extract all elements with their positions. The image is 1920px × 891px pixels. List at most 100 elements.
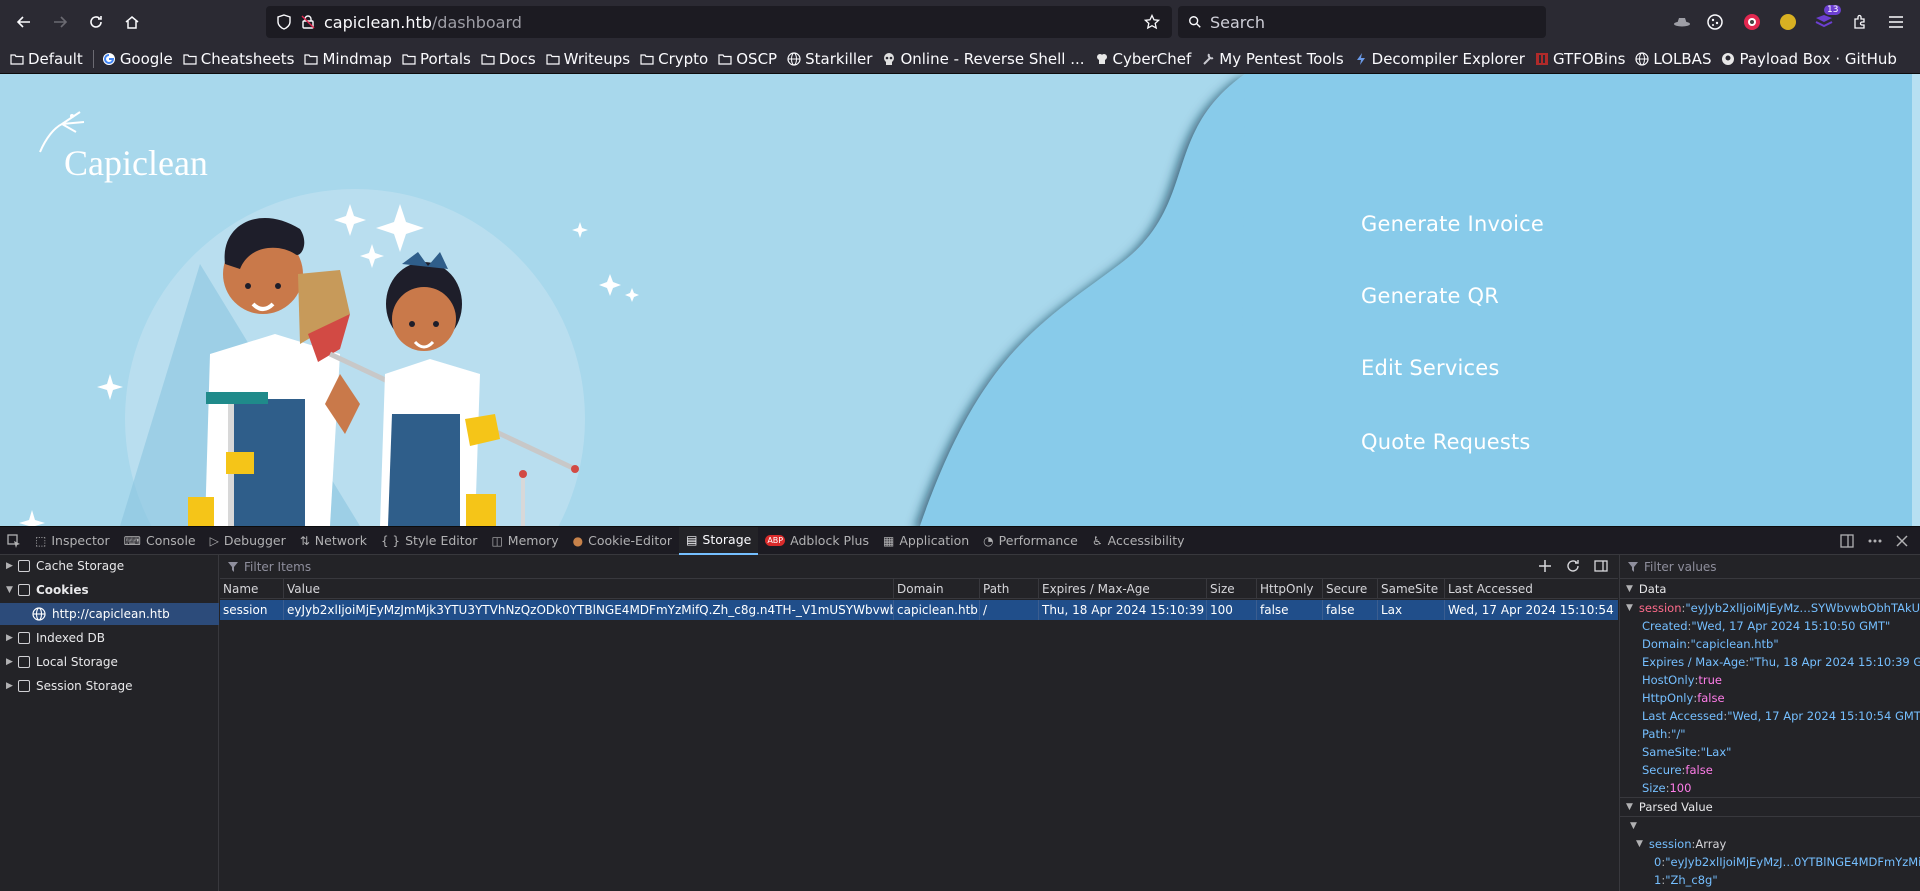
data-field-httponly[interactable]: HttpOnly: false xyxy=(1620,689,1920,707)
col-header-name[interactable]: Name xyxy=(220,579,283,599)
back-button[interactable] xyxy=(10,8,38,36)
cell-name[interactable]: session xyxy=(220,600,283,620)
add-item-icon[interactable] xyxy=(1538,559,1552,573)
hamburger-menu-icon[interactable] xyxy=(1886,12,1906,32)
cell-httponly[interactable]: false xyxy=(1256,600,1322,620)
wappalyzer-icon[interactable]: 13 xyxy=(1814,5,1842,32)
col-header-size[interactable]: Size xyxy=(1206,579,1256,599)
parsed-section-header[interactable]: ▼ Parsed Value xyxy=(1620,797,1920,817)
filter-values-input[interactable]: Filter values xyxy=(1620,555,1920,579)
data-field-path[interactable]: Path: "/" xyxy=(1620,725,1920,743)
tab-storage[interactable]: ▤ Storage xyxy=(679,526,759,555)
data-field-size[interactable]: Size:100 xyxy=(1620,779,1920,797)
bookmark-cyberchef[interactable]: CyberChef xyxy=(1095,50,1191,68)
incognito-hat-icon[interactable] xyxy=(1672,12,1692,32)
data-field-expires-max-age[interactable]: Expires / Max-Age: "Thu, 18 Apr 2024 15:1… xyxy=(1620,653,1920,671)
close-devtools-icon[interactable] xyxy=(1896,534,1908,547)
data-field-samesite[interactable]: SameSite: "Lax" xyxy=(1620,743,1920,761)
site-logo[interactable]: Capiclean xyxy=(64,142,208,184)
yellow-extension-icon[interactable] xyxy=(1778,12,1798,32)
pick-element-button[interactable] xyxy=(0,527,28,555)
col-header-secure[interactable]: Secure xyxy=(1322,579,1377,599)
col-header-value[interactable]: Value xyxy=(283,579,893,599)
data-field-secure[interactable]: Secure: false xyxy=(1620,761,1920,779)
bookmark-payload-box-github[interactable]: Payload Box · GitHub xyxy=(1721,50,1897,68)
tree-indexed-db[interactable]: ▶ Indexed DB xyxy=(0,627,105,649)
bookmark-oscp[interactable]: OSCP xyxy=(718,50,777,68)
cell-domain[interactable]: capiclean.htb xyxy=(893,600,979,620)
tree-cookie-host[interactable]: http://capiclean.htb xyxy=(0,603,219,625)
data-field-created[interactable]: Created: "Wed, 17 Apr 2024 15:10:50 GMT" xyxy=(1620,617,1920,635)
data-section-header[interactable]: ▼ Data xyxy=(1620,579,1920,599)
extensions-puzzle-icon[interactable] xyxy=(1850,12,1870,32)
bookmark-writeups[interactable]: Writeups xyxy=(546,50,630,68)
nav-generate-invoice[interactable]: Generate Invoice xyxy=(1361,212,1544,236)
bookmark-cheatsheets[interactable]: Cheatsheets xyxy=(183,50,294,68)
tab-memory[interactable]: ◫ Memory xyxy=(484,527,565,555)
bookmark-star-icon[interactable] xyxy=(1144,14,1160,30)
cell-samesite[interactable]: Lax xyxy=(1377,600,1444,620)
cookie-icon[interactable] xyxy=(1705,12,1725,32)
tab-style-editor[interactable]: { } Style Editor xyxy=(374,527,484,555)
home-button[interactable] xyxy=(118,8,146,36)
data-session-entry[interactable]: ▼ session: "eyJyb2xlIjoiMjEyMz…SYWbvwbObhT… xyxy=(1620,599,1920,617)
tree-cookies[interactable]: ▼ Cookies xyxy=(0,579,89,601)
tab-application[interactable]: ▦ Application xyxy=(876,527,976,555)
bookmark-portals[interactable]: Portals xyxy=(402,50,471,68)
tree-cache-storage[interactable]: ▶ Cache Storage xyxy=(0,555,124,577)
toggle-sidebar-icon[interactable] xyxy=(1594,559,1608,573)
parsed-root[interactable]: ▼ xyxy=(1620,817,1920,835)
bookmark-online-reverse-shell[interactable]: Online - Reverse Shell ... xyxy=(882,50,1085,68)
foxyproxy-icon[interactable] xyxy=(1742,12,1762,32)
bookmark-gtfobins[interactable]: GTFOBins xyxy=(1535,50,1625,68)
nav-edit-services[interactable]: Edit Services xyxy=(1361,356,1500,380)
bookmark-lolbas[interactable]: LOLBAS xyxy=(1635,50,1711,68)
tab-debugger[interactable]: ▷ Debugger xyxy=(203,527,293,555)
bookmark-default[interactable]: Default xyxy=(10,50,83,68)
tab-adblock-plus[interactable]: ABP Adblock Plus xyxy=(758,527,876,555)
tab-accessibility[interactable]: ♿ Accessibility xyxy=(1085,527,1192,555)
col-header-path[interactable]: Path xyxy=(979,579,1038,599)
table-row[interactable]: session eyJyb2xlIjoiMjEyMzJmMjk3YTU3YTVh… xyxy=(220,600,1618,620)
tree-session-storage[interactable]: ▶ Session Storage xyxy=(0,675,133,697)
search-bar[interactable]: Search xyxy=(1178,6,1546,38)
more-options-icon[interactable] xyxy=(1868,534,1882,548)
col-header-httponly[interactable]: HttpOnly xyxy=(1256,579,1322,599)
bookmark-mindmap[interactable]: Mindmap xyxy=(304,50,392,68)
refresh-items-icon[interactable] xyxy=(1566,559,1580,573)
bookmark-my-pentest-tools[interactable]: My Pentest Tools xyxy=(1201,50,1344,68)
bookmark-crypto[interactable]: Crypto xyxy=(640,50,708,68)
tab-network[interactable]: ⇅ Network xyxy=(293,527,374,555)
parsed-item[interactable]: 1: "Zh_c8g" xyxy=(1620,871,1920,889)
parsed-item[interactable]: 0: "eyJyb2xlIjoiMjEyMzJ…0YTBlNGE4MDFmYzMi… xyxy=(1620,853,1920,871)
data-field-hostonly[interactable]: HostOnly: true xyxy=(1620,671,1920,689)
tab-performance[interactable]: ◔ Performance xyxy=(976,527,1085,555)
forward-button[interactable] xyxy=(46,8,74,36)
data-field-last-accessed[interactable]: Last Accessed: "Wed, 17 Apr 2024 15:10:54… xyxy=(1620,707,1920,725)
col-header-samesite[interactable]: SameSite xyxy=(1377,579,1444,599)
cell-size[interactable]: 100 xyxy=(1206,600,1256,620)
cell-value[interactable]: eyJyb2xlIjoiMjEyMzJmMjk3YTU3YTVhNzQzODk0… xyxy=(283,600,893,620)
tree-local-storage[interactable]: ▶ Local Storage xyxy=(0,651,118,673)
col-header-last-accessed[interactable]: Last Accessed xyxy=(1444,579,1618,599)
cell-last-accessed[interactable]: Wed, 17 Apr 2024 15:10:54 GMT xyxy=(1444,600,1618,620)
cell-secure[interactable]: false xyxy=(1322,600,1377,620)
tab-inspector[interactable]: ⬚ Inspector xyxy=(28,527,117,555)
col-header-expires[interactable]: Expires / Max-Age xyxy=(1038,579,1206,599)
bookmark-starkiller[interactable]: Starkiller xyxy=(787,50,872,68)
col-header-domain[interactable]: Domain xyxy=(893,579,979,599)
filter-items-input[interactable]: Filter Items xyxy=(220,555,1618,579)
url-bar[interactable]: capiclean.htb/dashboard xyxy=(266,6,1172,38)
parsed-session-entry[interactable]: ▼ session: Array xyxy=(1620,835,1920,853)
cell-expires[interactable]: Thu, 18 Apr 2024 15:10:39 GMT xyxy=(1038,600,1206,620)
bookmark-google[interactable]: Google xyxy=(102,50,173,68)
nav-generate-qr[interactable]: Generate QR xyxy=(1361,284,1499,308)
cell-path[interactable]: / xyxy=(979,600,1038,620)
bookmark-docs[interactable]: Docs xyxy=(481,50,536,68)
tab-console[interactable]: ⌨ Console xyxy=(117,527,203,555)
dock-side-icon[interactable] xyxy=(1840,533,1854,548)
nav-quote-requests[interactable]: Quote Requests xyxy=(1361,430,1531,454)
tab-cookie-editor[interactable]: ● Cookie-Editor xyxy=(566,527,679,555)
bookmark-decompiler-explorer[interactable]: Decompiler Explorer xyxy=(1354,50,1525,68)
reload-button[interactable] xyxy=(82,8,110,36)
